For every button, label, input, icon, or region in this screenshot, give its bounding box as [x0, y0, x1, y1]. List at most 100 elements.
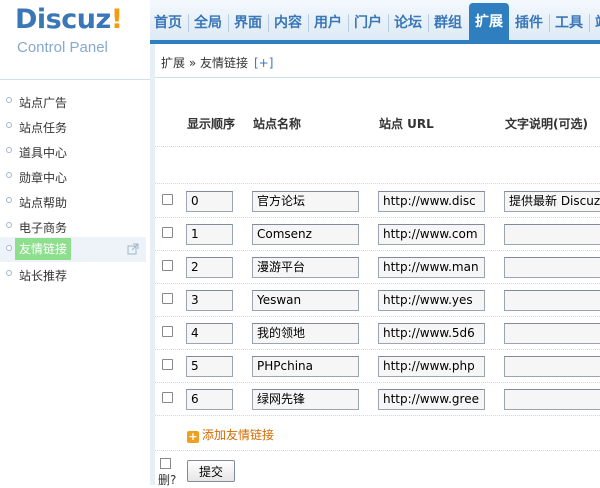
sidebar-item-medals[interactable]: 勋章中心	[0, 164, 146, 189]
row-checkbox[interactable]	[162, 194, 173, 205]
description-input[interactable]	[504, 323, 600, 344]
open-in-new-icon[interactable]	[127, 243, 139, 255]
sidebar-item-ecommerce[interactable]: 电子商务	[0, 214, 146, 239]
column-header-name: 站点名称	[253, 117, 302, 131]
sidebar-item-label: 勋章中心	[19, 171, 68, 185]
order-input[interactable]: 2	[186, 257, 233, 278]
site-url-input[interactable]: http://www.5d6	[378, 323, 485, 344]
site-url-input[interactable]: http://www.man	[378, 257, 485, 278]
nav-divider	[348, 14, 349, 32]
submit-button[interactable]: 提交	[187, 460, 235, 482]
sidebar-item-recommend[interactable]: 站长推荐	[0, 262, 146, 287]
breadcrumb-path: 扩展 » 友情链接	[161, 56, 248, 70]
sidebar-item-label: 站长推荐	[19, 269, 68, 283]
tab-plugins[interactable]: 插件	[512, 6, 546, 40]
site-url-input[interactable]: http://www.com	[378, 224, 485, 245]
description-input[interactable]	[504, 356, 600, 377]
description-input[interactable]	[504, 290, 600, 311]
nav-divider	[268, 14, 269, 32]
nav-divider	[428, 14, 429, 32]
logo-wordmark: Discuz!	[15, 4, 123, 35]
add-friend-link-button[interactable]: + 添加友情链接	[187, 426, 274, 443]
description-input[interactable]	[504, 224, 600, 245]
delete-label: 删?	[158, 473, 177, 487]
add-link-shortcut[interactable]: [+]	[254, 56, 273, 70]
order-input[interactable]: 0	[186, 191, 233, 212]
plus-icon: +	[187, 430, 199, 443]
row-divider	[155, 316, 600, 317]
row-checkbox[interactable]	[162, 392, 173, 403]
order-input[interactable]: 6	[186, 389, 233, 410]
sidebar-item-label: 站点广告	[19, 96, 68, 110]
sidebar-item-label: 道具中心	[19, 146, 68, 160]
bullet-icon	[6, 197, 12, 203]
site-name-input[interactable]: 绿网先锋	[252, 389, 359, 410]
sidebar-item-friend-links[interactable]: 友情链接	[0, 237, 146, 262]
bullet-icon	[6, 147, 12, 153]
sidebar-item-props[interactable]: 道具中心	[0, 139, 146, 164]
select-all-delete-checkbox[interactable]	[160, 458, 171, 469]
nav-divider	[308, 14, 309, 32]
breadcrumb: 扩展 » 友情链接 [+]	[155, 44, 600, 78]
description-input[interactable]	[504, 389, 600, 410]
row-divider	[155, 283, 600, 284]
sidebar-item-ads[interactable]: 站点广告	[0, 89, 146, 114]
bullet-icon	[6, 245, 12, 251]
site-url-input[interactable]: http://www.gree	[378, 389, 485, 410]
tab-forum[interactable]: 论坛	[391, 6, 425, 40]
sidebar: 站点广告 站点任务 道具中心 勋章中心 站点帮助 电子商务 友情链接 站长推荐	[0, 80, 150, 485]
row-divider	[155, 450, 600, 451]
site-name-input[interactable]: 漫游平台	[252, 257, 359, 278]
nav-divider	[589, 14, 590, 32]
row-checkbox[interactable]	[162, 227, 173, 238]
nav-divider	[388, 14, 389, 32]
bullet-icon	[6, 270, 12, 276]
tab-site[interactable]: 站	[592, 6, 600, 40]
row-divider	[155, 349, 600, 350]
site-name-input[interactable]: 我的领地	[252, 323, 359, 344]
tab-content[interactable]: 内容	[271, 6, 305, 40]
description-input[interactable]: 提供最新 Discuz	[504, 191, 600, 212]
tab-home[interactable]: 首页	[151, 6, 185, 40]
sidebar-item-label: 站点帮助	[19, 196, 68, 210]
tab-portal[interactable]: 门户	[351, 6, 385, 40]
site-name-input[interactable]: Yeswan	[252, 290, 359, 311]
row-divider	[155, 183, 600, 184]
sidebar-item-label: 站点任务	[19, 121, 68, 135]
order-input[interactable]: 5	[186, 356, 233, 377]
bullet-icon	[6, 222, 12, 228]
column-header-description: 文字说明(可选)	[505, 117, 588, 131]
site-url-input[interactable]: http://www.disc	[378, 191, 485, 212]
site-name-input[interactable]: 官方论坛	[252, 191, 359, 212]
site-url-input[interactable]: http://www.php	[378, 356, 485, 377]
row-checkbox[interactable]	[162, 293, 173, 304]
row-checkbox[interactable]	[162, 260, 173, 271]
tab-tools[interactable]: 工具	[552, 6, 586, 40]
sidebar-item-tasks[interactable]: 站点任务	[0, 114, 146, 139]
tab-global[interactable]: 全局	[191, 6, 225, 40]
column-header-order: 显示顺序	[187, 117, 236, 131]
row-divider	[155, 382, 600, 383]
bullet-icon	[6, 172, 12, 178]
row-checkbox[interactable]	[162, 326, 173, 337]
row-checkbox[interactable]	[162, 359, 173, 370]
site-name-input[interactable]: PHPchina	[252, 356, 359, 377]
order-input[interactable]: 1	[186, 224, 233, 245]
description-input[interactable]	[504, 257, 600, 278]
nav-divider	[188, 14, 189, 32]
row-divider	[155, 250, 600, 251]
logo[interactable]: Discuz! Control Panel	[0, 0, 150, 75]
sidebar-item-label: 电子商务	[19, 221, 68, 235]
site-name-input[interactable]: Comsenz	[252, 224, 359, 245]
tab-groups[interactable]: 群组	[431, 6, 465, 40]
bullet-icon	[6, 97, 12, 103]
sidebar-item-help[interactable]: 站点帮助	[0, 189, 146, 214]
tab-users[interactable]: 用户	[311, 6, 345, 40]
row-divider	[155, 146, 600, 147]
order-input[interactable]: 4	[186, 323, 233, 344]
tab-interface[interactable]: 界面	[231, 6, 265, 40]
order-input[interactable]: 3	[186, 290, 233, 311]
site-url-input[interactable]: http://www.yes	[378, 290, 485, 311]
row-divider	[155, 415, 600, 416]
tab-extensions[interactable]: 扩展	[469, 3, 509, 43]
